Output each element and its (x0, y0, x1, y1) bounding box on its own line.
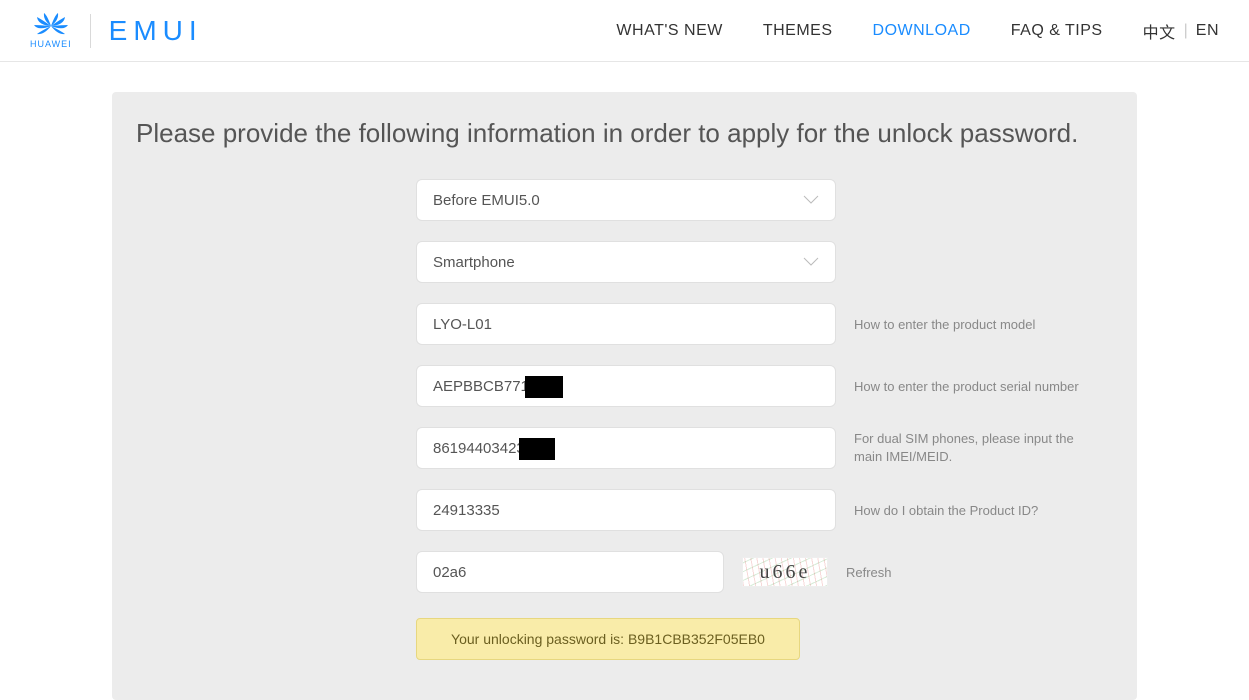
select-device-type-value: Smartphone (433, 254, 515, 271)
select-emui-version[interactable]: Before EMUI5.0 (416, 179, 836, 221)
row-model: LYO-L01 How to enter the product model (416, 303, 1113, 345)
main-panel: Please provide the following information… (112, 92, 1137, 700)
unlock-result: Your unlocking password is: B9B1CBB352F0… (416, 618, 800, 660)
lang-separator: | (1184, 22, 1188, 40)
row-device-type: Smartphone (416, 241, 1113, 283)
row-product-id: 24913335 How do I obtain the Product ID? (416, 489, 1113, 531)
lang-en[interactable]: EN (1196, 22, 1219, 40)
lang-zh[interactable]: 中文 (1143, 19, 1176, 43)
logo-divider (90, 14, 91, 48)
input-captcha[interactable]: 02a6 (416, 551, 724, 593)
main-nav: WHAT'S NEW THEMES DOWNLOAD FAQ & TIPS 中文… (616, 19, 1219, 43)
logo-group: HUAWEI EMUI (30, 13, 203, 49)
hint-serial[interactable]: How to enter the product serial number (854, 379, 1079, 394)
input-imei[interactable]: 86194403423 (416, 427, 836, 469)
chevron-down-icon (803, 195, 819, 205)
row-result: Your unlocking password is: B9B1CBB352F0… (416, 613, 1113, 660)
row-emui-version: Before EMUI5.0 (416, 179, 1113, 221)
nav-download[interactable]: DOWNLOAD (873, 22, 971, 40)
huawei-logo[interactable]: HUAWEI (30, 13, 72, 49)
redaction-block (525, 376, 563, 398)
hint-model[interactable]: How to enter the product model (854, 317, 1035, 332)
input-product-id-value: 24913335 (433, 502, 500, 519)
nav-whats-new[interactable]: WHAT'S NEW (616, 22, 722, 40)
emui-logo[interactable]: EMUI (109, 15, 203, 47)
row-serial: AEPBBCB7712 How to enter the product ser… (416, 365, 1113, 407)
unlock-form: Before EMUI5.0 Smartphone LYO-L01 How to… (416, 179, 1113, 660)
select-emui-version-value: Before EMUI5.0 (433, 192, 540, 209)
language-switcher: 中文 | EN (1143, 19, 1219, 43)
hint-product-id[interactable]: How do I obtain the Product ID? (854, 503, 1038, 518)
nav-themes[interactable]: THEMES (763, 22, 833, 40)
hint-imei: For dual SIM phones, please input the ma… (854, 430, 1104, 466)
input-imei-value: 86194403423 (433, 440, 525, 457)
input-serial[interactable]: AEPBBCB7712 (416, 365, 836, 407)
input-model-value: LYO-L01 (433, 316, 492, 333)
unlock-result-text: Your unlocking password is: B9B1CBB352F0… (451, 631, 765, 647)
nav-faq[interactable]: FAQ & TIPS (1011, 22, 1103, 40)
input-product-id[interactable]: 24913335 (416, 489, 836, 531)
huawei-label: HUAWEI (30, 39, 72, 49)
input-serial-value: AEPBBCB7712 (433, 378, 537, 395)
captcha-image[interactable]: u66e (742, 557, 828, 587)
page-title: Please provide the following information… (136, 118, 1113, 149)
select-device-type[interactable]: Smartphone (416, 241, 836, 283)
redaction-block (519, 438, 555, 460)
refresh-captcha-link[interactable]: Refresh (846, 565, 892, 580)
input-model[interactable]: LYO-L01 (416, 303, 836, 345)
input-captcha-value: 02a6 (433, 564, 466, 581)
huawei-icon (33, 13, 69, 39)
row-captcha: 02a6 u66e Refresh (416, 551, 1113, 593)
site-header: HUAWEI EMUI WHAT'S NEW THEMES DOWNLOAD F… (0, 0, 1249, 62)
chevron-down-icon (803, 257, 819, 267)
row-imei: 86194403423 For dual SIM phones, please … (416, 427, 1113, 469)
